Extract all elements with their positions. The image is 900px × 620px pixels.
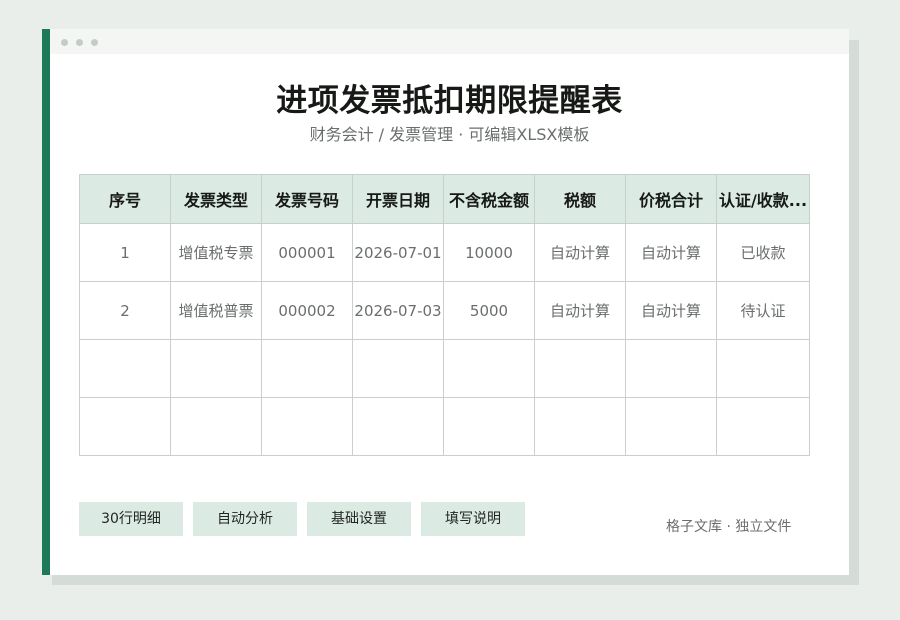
table-row bbox=[79, 339, 810, 398]
table-cell[interactable] bbox=[352, 339, 444, 398]
table-cell[interactable] bbox=[534, 397, 626, 456]
table-row: 1 增值税专票 000001 2026-07-01 10000 自动计算 自动计… bbox=[79, 223, 810, 282]
table-header-row: 序号 发票类型 发票号码 开票日期 不含税金额 税额 价税合计 认证/收款... bbox=[79, 174, 810, 224]
table-row: 2 增值税普票 000002 2026-07-03 5000 自动计算 自动计算… bbox=[79, 281, 810, 340]
invoice-table: 序号 发票类型 发票号码 开票日期 不含税金额 税额 价税合计 认证/收款...… bbox=[79, 174, 810, 456]
table-cell[interactable] bbox=[170, 339, 262, 398]
table-cell[interactable]: 000002 bbox=[261, 281, 353, 340]
column-header[interactable]: 税额 bbox=[534, 174, 626, 224]
table-cell[interactable] bbox=[625, 397, 717, 456]
table-cell[interactable] bbox=[79, 339, 171, 398]
table-cell[interactable] bbox=[716, 397, 810, 456]
column-header[interactable]: 不含税金额 bbox=[443, 174, 535, 224]
table-cell[interactable]: 10000 bbox=[443, 223, 535, 282]
footer-note: 格子文库 · 独立文件 bbox=[666, 519, 792, 535]
column-header[interactable]: 发票号码 bbox=[261, 174, 353, 224]
table-cell[interactable]: 已收款 bbox=[716, 223, 810, 282]
table-cell[interactable]: 待认证 bbox=[716, 281, 810, 340]
table-cell[interactable]: 000001 bbox=[261, 223, 353, 282]
window-dot-icon bbox=[61, 39, 68, 46]
table-cell[interactable]: 2026-07-01 bbox=[352, 223, 444, 282]
column-header[interactable]: 开票日期 bbox=[352, 174, 444, 224]
table-cell[interactable] bbox=[534, 339, 626, 398]
table-row bbox=[79, 397, 810, 456]
table-cell[interactable]: 自动计算 bbox=[625, 281, 717, 340]
table-cell[interactable]: 5000 bbox=[443, 281, 535, 340]
page-title: 进项发票抵扣期限提醒表 bbox=[276, 83, 623, 119]
table-cell[interactable] bbox=[716, 339, 810, 398]
table-cell[interactable]: 自动计算 bbox=[534, 223, 626, 282]
window-dot-icon bbox=[91, 39, 98, 46]
tab-fill-instructions[interactable]: 填写说明 bbox=[421, 502, 525, 536]
table-cell[interactable]: 1 bbox=[79, 223, 171, 282]
tab-basic-settings[interactable]: 基础设置 bbox=[307, 502, 411, 536]
window-dot-icon bbox=[76, 39, 83, 46]
table-cell[interactable] bbox=[79, 397, 171, 456]
table-cell[interactable] bbox=[170, 397, 262, 456]
column-header[interactable]: 价税合计 bbox=[625, 174, 717, 224]
table-cell[interactable]: 2 bbox=[79, 281, 171, 340]
tab-30-row-detail[interactable]: 30行明细 bbox=[79, 502, 183, 536]
table-cell[interactable] bbox=[261, 339, 353, 398]
table-cell[interactable] bbox=[443, 339, 535, 398]
table-cell[interactable]: 增值税专票 bbox=[170, 223, 262, 282]
page-subtitle: 财务会计 / 发票管理 · 可编辑XLSX模板 bbox=[309, 125, 590, 144]
column-header[interactable]: 发票类型 bbox=[170, 174, 262, 224]
table-cell[interactable]: 2026-07-03 bbox=[352, 281, 444, 340]
table-cell[interactable]: 自动计算 bbox=[625, 223, 717, 282]
column-header[interactable]: 认证/收款... bbox=[716, 174, 810, 224]
table-cell[interactable]: 增值税普票 bbox=[170, 281, 262, 340]
tab-auto-analysis[interactable]: 自动分析 bbox=[193, 502, 297, 536]
table-cell[interactable] bbox=[352, 397, 444, 456]
table-cell[interactable] bbox=[625, 339, 717, 398]
table-cell[interactable]: 自动计算 bbox=[534, 281, 626, 340]
table-cell[interactable] bbox=[443, 397, 535, 456]
table-cell[interactable] bbox=[261, 397, 353, 456]
window-titlebar bbox=[50, 29, 849, 54]
column-header[interactable]: 序号 bbox=[79, 174, 171, 224]
document-card: 进项发票抵扣期限提醒表 财务会计 / 发票管理 · 可编辑XLSX模板 序号 发… bbox=[42, 29, 849, 575]
